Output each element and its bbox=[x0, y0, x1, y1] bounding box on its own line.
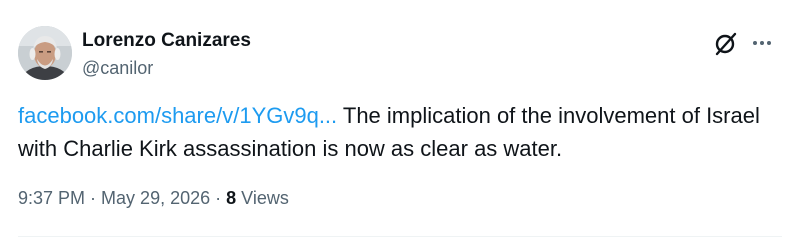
views-label: Views bbox=[236, 188, 289, 208]
post-text: facebook.com/share/v/1YGv9q... The impli… bbox=[18, 99, 778, 165]
author-handle[interactable]: @canilor bbox=[82, 56, 153, 80]
grok-icon[interactable] bbox=[711, 28, 741, 58]
avatar[interactable] bbox=[18, 26, 72, 80]
post-meta: 9:37 PM · May 29, 2026 · 8 Views bbox=[18, 186, 289, 210]
post-time[interactable]: 9:37 PM bbox=[18, 188, 85, 208]
author-name[interactable]: Lorenzo Canizares bbox=[82, 29, 251, 53]
meta-separator: · bbox=[210, 188, 227, 208]
meta-separator: · bbox=[85, 188, 102, 208]
divider bbox=[18, 236, 782, 237]
post-card: Lorenzo Canizares @canilor facebook.com/… bbox=[0, 0, 800, 240]
post-date[interactable]: May 29, 2026 bbox=[101, 188, 210, 208]
more-icon[interactable] bbox=[748, 28, 778, 58]
post-link[interactable]: facebook.com/share/v/1YGv9q... bbox=[18, 103, 337, 128]
views-count: 8 bbox=[226, 188, 237, 208]
